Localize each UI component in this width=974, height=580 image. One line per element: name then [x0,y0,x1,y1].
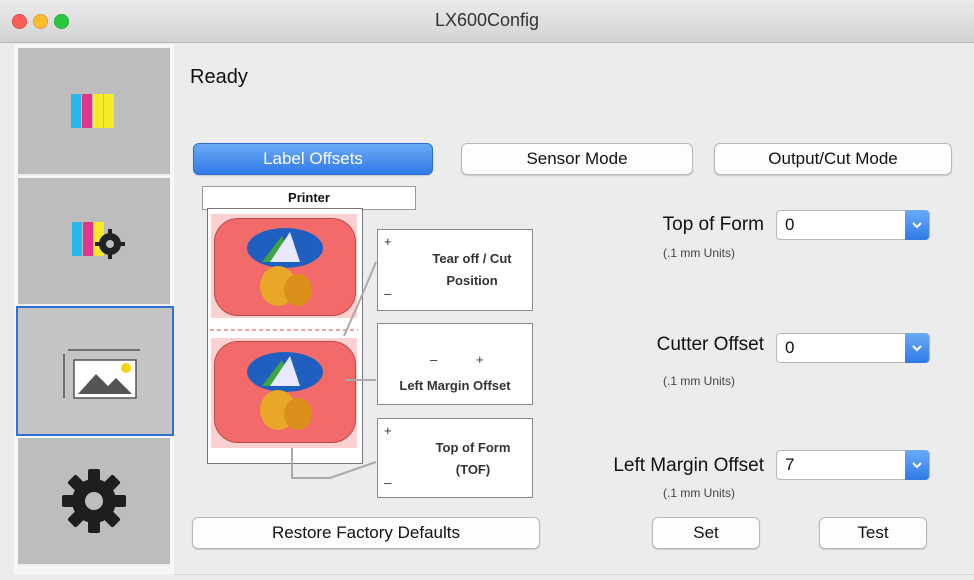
cutter-offset-combobox[interactable]: 0 [776,333,930,363]
left-margin-label: Left Margin Offset [399,378,511,393]
cutter-offset-value[interactable]: 0 [785,338,794,357]
chevron-down-icon[interactable] [905,210,929,240]
left-margin-offset-combobox[interactable]: 7 [776,450,930,480]
top-of-form-combobox[interactable]: 0 [776,210,930,240]
tear-off-cut-box: + – Tear off / Cut Position [377,229,533,311]
logo-icon-1 [247,228,323,306]
restore-factory-defaults-button[interactable]: Restore Factory Defaults [192,517,540,549]
cutter-offset-field-label: Cutter Offset [656,334,764,355]
chevron-down-icon[interactable] [905,333,929,363]
left-margin-offset-field-label: Left Margin Offset [613,455,764,476]
chevron-down-icon[interactable] [905,450,929,480]
top-of-form-label: Top of Form (TOF) [435,440,511,477]
bottom-divider [174,574,974,575]
left-margin-offset-units: (.1 mm Units) [663,486,735,500]
left-margin-offset-value[interactable]: 7 [785,455,794,474]
top-of-form-field-label: Top of Form [662,214,764,235]
cutter-offset-units: (.1 mm Units) [663,374,735,388]
top-of-form-units: (.1 mm Units) [663,246,735,260]
top-of-form-value[interactable]: 0 [785,215,794,234]
set-button[interactable]: Set [652,517,760,549]
top-of-form-box: + – Top of Form (TOF) [377,418,533,498]
logo-icon-2 [247,352,323,430]
left-margin-box: – + Left Margin Offset [377,323,533,405]
tear-off-cut-label: Tear off / Cut Position [432,251,512,288]
test-button[interactable]: Test [819,517,927,549]
